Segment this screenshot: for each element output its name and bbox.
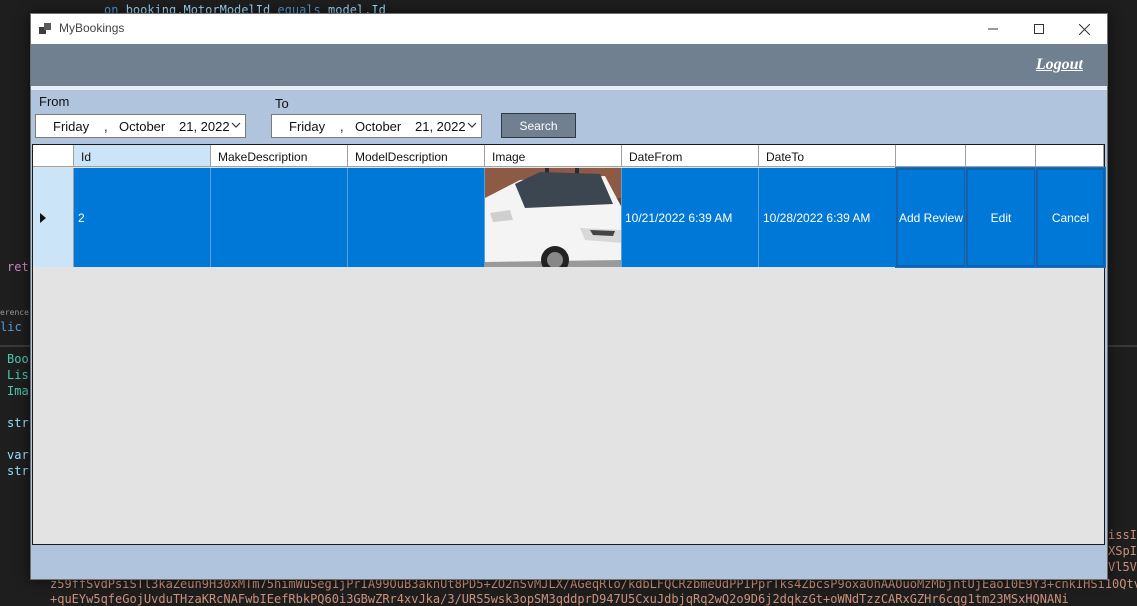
column-header-image[interactable]: Image [485,145,622,167]
cell-model[interactable] [348,168,485,267]
car-photo [485,168,621,267]
ide-base64-line: +quEYw5qfeGojUvduTHzaKRcNAFwbIEefRbkPQ60… [50,592,1069,606]
column-header-review[interactable] [896,145,966,167]
column-header-make[interactable]: MakeDescription [211,145,348,167]
cell-image[interactable] [485,168,622,267]
status-strip [31,555,1107,579]
to-month: October [355,119,402,134]
ide-fragment: Ima [7,384,29,398]
close-button[interactable] [1061,14,1107,44]
row-header-corner[interactable] [33,145,74,167]
chevron-down-icon[interactable] [231,118,241,132]
from-day: Friday [53,119,90,134]
to-day: Friday [289,119,326,134]
from-date: 21, 2022 [179,119,230,134]
ide-fragment: issIX [1108,528,1137,542]
cell-date-from[interactable]: 10/21/2022 6:39 AM [622,168,759,267]
title-bar[interactable]: MyBookings [31,14,1107,44]
row-header[interactable] [33,168,74,267]
edit-button[interactable]: Edit [965,167,1037,268]
search-button[interactable]: Search [501,113,576,138]
ide-fragment: ret [7,260,29,274]
header-band: Logout [31,44,1107,86]
app-icon [39,23,51,35]
window-title: MyBookings [59,21,125,35]
maximize-button[interactable] [1016,14,1062,44]
column-header-edit[interactable] [966,145,1036,167]
ide-fragment: XSpIy [1108,544,1137,558]
to-sep: , [340,119,344,134]
ide-fragment: str [7,416,29,430]
ide-fragment: Lis [7,368,29,382]
column-header-model[interactable]: ModelDescription [348,145,485,167]
app-window: MyBookings Logout From To Friday , Octob… [30,13,1108,580]
ide-fragment: var [7,448,29,462]
minimize-icon [988,28,998,30]
bookings-grid[interactable]: Id MakeDescription ModelDescription Imag… [32,144,1106,545]
ide-fragment: erence [0,308,29,317]
column-header-date-to[interactable]: DateTo [759,145,896,167]
cell-make[interactable] [211,168,348,267]
cell-date-to[interactable]: 10/28/2022 6:39 AM [759,168,896,267]
add-review-button[interactable]: Add Review [895,167,967,268]
logout-link[interactable]: Logout [1036,56,1083,74]
to-date: 21, 2022 [415,119,466,134]
header-divider [31,86,1107,90]
from-date-picker[interactable]: Friday , October 21, 2022 [35,114,246,138]
column-header-id[interactable]: Id [74,145,211,167]
from-month: October [119,119,166,134]
chevron-down-icon[interactable] [467,118,477,132]
ide-fragment: str [7,464,29,478]
cell-id[interactable]: 2 [74,168,211,267]
column-header-cancel[interactable] [1036,145,1104,167]
maximize-icon [1034,24,1044,34]
ide-fragment: lic [0,320,22,334]
row-selector-icon [40,213,46,223]
from-label: From [39,94,70,109]
close-icon [1078,23,1090,35]
column-header-date-from[interactable]: DateFrom [622,145,759,167]
ide-fragment: Vl5VJ [1108,560,1137,574]
cancel-button[interactable]: Cancel [1035,167,1106,268]
minimize-button[interactable] [970,14,1016,44]
from-sep: , [104,119,108,134]
ide-fragment: Boo [7,352,29,366]
to-date-picker[interactable]: Friday , October 21, 2022 [271,114,482,138]
to-label: To [275,96,289,111]
